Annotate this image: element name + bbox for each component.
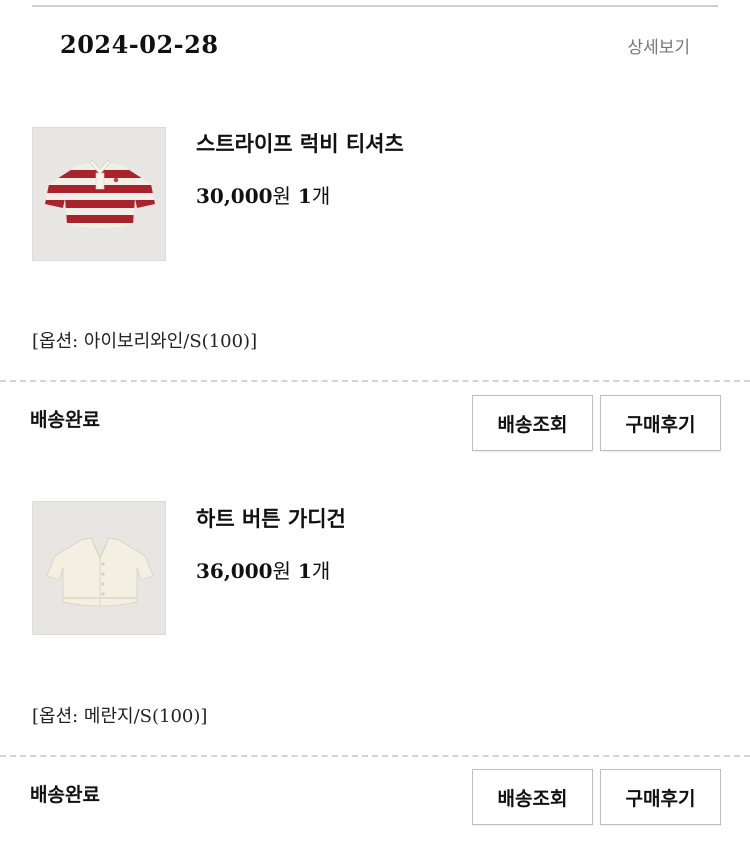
- price-value: 30,000: [196, 184, 273, 208]
- quantity-unit: 개: [311, 184, 331, 208]
- product-thumbnail[interactable]: [32, 501, 166, 635]
- product-thumbnail[interactable]: [32, 127, 166, 261]
- item-divider: [0, 380, 750, 382]
- delivery-status: 배송완료: [30, 784, 100, 806]
- price-value: 36,000: [196, 559, 273, 583]
- top-divider: [32, 5, 718, 7]
- product-option: [옵션: 메란지/S(100)]: [32, 706, 208, 727]
- product-option: [옵션: 아이보리와인/S(100)]: [32, 331, 258, 352]
- track-delivery-button[interactable]: 배송조회: [472, 769, 593, 825]
- quantity-unit: 개: [311, 559, 331, 583]
- write-review-button[interactable]: 구매후기: [600, 769, 721, 825]
- track-delivery-button[interactable]: 배송조회: [472, 395, 593, 451]
- quantity-value: 1: [297, 184, 312, 208]
- currency-label: 원: [272, 184, 291, 208]
- cream-cardigan-image: [33, 502, 165, 634]
- write-review-button[interactable]: 구매후기: [600, 395, 721, 451]
- order-detail-link[interactable]: 상세보기: [627, 33, 690, 58]
- delivery-status: 배송완료: [30, 409, 100, 431]
- product-price: 30,000원 1개: [196, 180, 330, 209]
- product-name[interactable]: 하트 버튼 가디건: [196, 503, 346, 533]
- quantity-value: 1: [297, 559, 312, 583]
- order-date: 2024-02-28: [60, 30, 219, 59]
- product-price: 36,000원 1개: [196, 555, 330, 584]
- currency-label: 원: [272, 559, 291, 583]
- product-name[interactable]: 스트라이프 럭비 티셔츠: [196, 128, 404, 158]
- striped-rugby-shirt-image: [33, 128, 165, 260]
- item-divider: [0, 755, 750, 757]
